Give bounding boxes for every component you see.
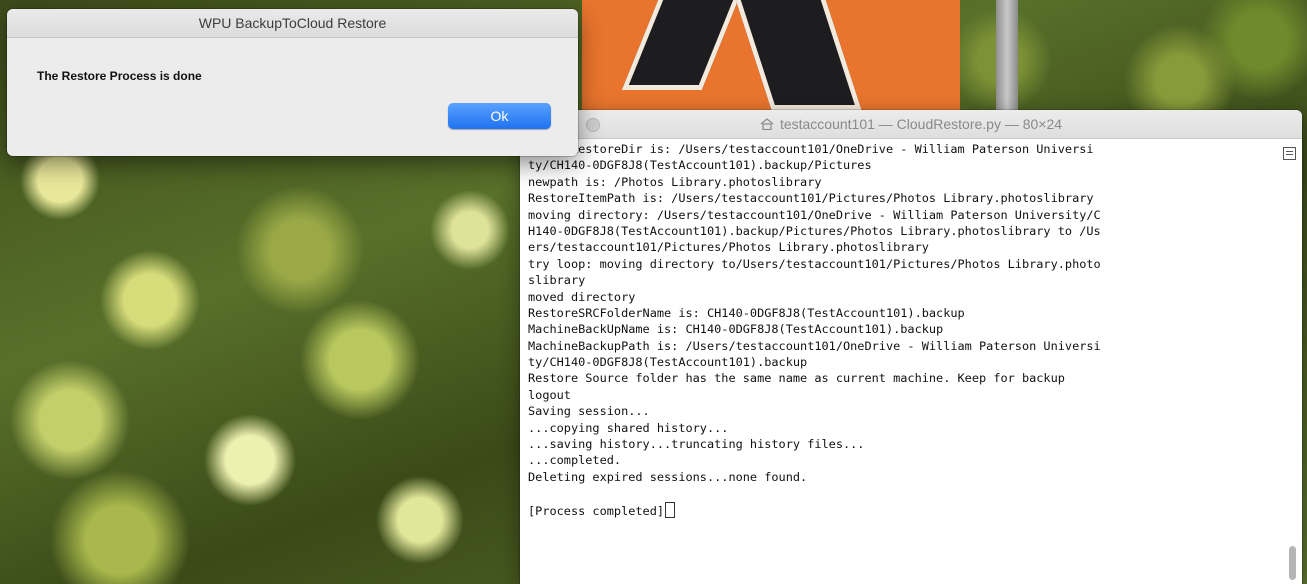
terminal-line: ...copying shared history... [528,420,729,435]
terminal-line: try loop: moving directory to/Users/test… [528,256,1101,271]
terminal-titlebar[interactable]: testaccount101 — CloudRestore.py — 80×24 [520,110,1302,139]
banner-letter-stroke [732,0,862,110]
terminal-line: [Process completed] [528,501,1282,518]
terminal-line: moved directory [528,289,636,304]
text-cursor [665,501,676,518]
terminal-line: ers/testaccount101/Pictures/Photos Libra… [528,240,929,255]
terminal-line: ty/CH140-0DGF8J8(TestAccount101).backup [528,355,808,370]
split-pane-icon[interactable] [1283,147,1296,160]
dialog-titlebar[interactable]: WPU BackupToCloud Restore [7,9,578,38]
terminal-line: ty/CH140-0DGF8J8(TestAccount101).backup/… [528,158,872,173]
terminal-line: MachineBackupPath is: /Users/testaccount… [528,338,1101,353]
dialog-message: The Restore Process is done [37,69,202,83]
terminal-line: slibrary [528,273,586,288]
terminal-line: moving directory: /Users/testaccount101/… [528,207,1101,222]
terminal-line: ...saving history...truncating history f… [528,437,865,452]
terminal-line: Saving session... [528,404,650,419]
terminal-title: testaccount101 — CloudRestore.py — 80×24 [779,116,1063,132]
terminal-line: Restore Source folder has the same name … [528,371,1065,386]
terminal-line: RestoreItemPath is: /Users/testaccount10… [528,191,1094,206]
terminal-line: RestoreSRCFolderName is: CH140-0DGF8J8(T… [528,305,965,320]
terminal-line: MachineBackUpName is: CH140-0DGF8J8(Test… [528,322,944,337]
terminal-line: ...completed. [528,453,622,468]
terminal-line: newpath is: /Photos Library.photoslibrar… [528,174,822,189]
terminal-window[interactable]: testaccount101 — CloudRestore.py — 80×24… [520,110,1302,584]
terminal-line: H140-0DGF8J8(TestAccount101).backup/Pict… [528,223,1101,238]
terminal-line: ntRestoreDir is: /Users/testaccount101/O… [528,142,1094,156]
terminal-line: logout [528,387,571,402]
vertical-scrollbar[interactable] [1289,546,1296,580]
restore-alert-dialog: WPU BackupToCloud Restore The Restore Pr… [7,9,578,156]
terminal-line: Deleting expired sessions...none found. [528,469,808,484]
window-close-button[interactable] [586,118,600,132]
terminal-output[interactable]: ntRestoreDir is: /Users/testaccount101/O… [520,139,1282,584]
banner-letter-stroke [621,0,743,90]
home-icon [760,118,774,130]
ok-button[interactable]: Ok [448,103,551,129]
